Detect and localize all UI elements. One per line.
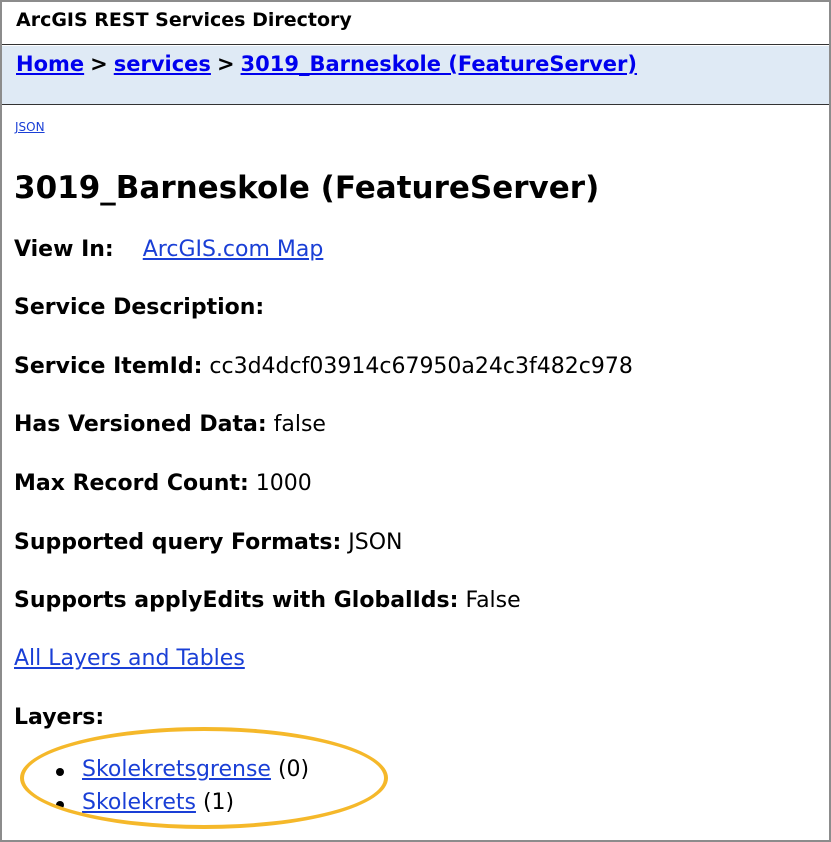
max-record-count-label: Max Record Count: <box>14 471 249 496</box>
max-record-count-value: 1000 <box>255 471 312 496</box>
has-versioned-data-label: Has Versioned Data: <box>14 412 267 437</box>
json-link[interactable]: JSON <box>15 120 45 134</box>
breadcrumb-services-link[interactable]: services <box>114 52 211 76</box>
supported-query-formats-row: Supported query Formats: JSON <box>14 530 403 555</box>
has-versioned-data-row: Has Versioned Data: false <box>14 412 326 437</box>
layers-label: Layers: <box>14 705 105 730</box>
breadcrumb: Home > services >3019_Barneskole (FeatureSe… <box>2 46 829 105</box>
layer-id: (1) <box>202 790 235 815</box>
all-layers-and-tables-link[interactable]: All Layers and Tables <box>14 646 245 671</box>
breadcrumb-separator: > <box>216 52 235 76</box>
list-item: Skolekrets (1) <box>56 790 309 823</box>
layer-link-skolekrets[interactable]: Skolekrets <box>82 790 196 815</box>
arcgis-map-link[interactable]: ArcGIS.com Map <box>143 237 324 262</box>
supports-apply-edits-value: False <box>465 588 521 613</box>
list-item: Skolekretsgrense (0) <box>56 757 309 790</box>
layer-link-skolekretsgrense[interactable]: Skolekretsgrense <box>82 757 271 782</box>
view-in-label: View In: <box>14 237 114 262</box>
supports-apply-edits-row: Supports applyEdits with GlobalIds: Fals… <box>14 588 521 613</box>
all-layers-row: All Layers and Tables <box>14 646 245 671</box>
service-description-row: Service Description: <box>14 295 264 320</box>
bullet-icon <box>56 768 64 776</box>
has-versioned-data-value: false <box>273 412 326 437</box>
service-description-label: Service Description: <box>14 295 265 320</box>
supports-apply-edits-label: Supports applyEdits with GlobalIds: <box>14 588 459 613</box>
service-itemid-value: cc3d4dcf03914c67950a24c3f482c978 <box>209 354 633 379</box>
supported-query-formats-value: JSON <box>348 530 403 555</box>
directory-header: ArcGIS REST Services Directory <box>2 2 829 45</box>
breadcrumb-home-link[interactable]: Home <box>16 52 84 76</box>
service-itemid-label: Service ItemId: <box>14 354 203 379</box>
view-in-row: View In: ArcGIS.com Map <box>14 237 323 262</box>
max-record-count-row: Max Record Count: 1000 <box>14 471 312 496</box>
service-itemid-row: Service ItemId: cc3d4dcf03914c67950a24c3… <box>14 354 633 379</box>
page-title: 3019_Barneskole (FeatureServer) <box>14 170 600 206</box>
layer-id: (0) <box>277 757 310 782</box>
breadcrumb-separator: > <box>90 52 108 76</box>
layers-list: Skolekretsgrense (0) Skolekrets (1) <box>56 757 309 823</box>
supported-query-formats-label: Supported query Formats: <box>14 530 342 555</box>
directory-title: ArcGIS REST Services Directory <box>16 9 352 31</box>
bullet-icon <box>56 801 64 809</box>
breadcrumb-current-link[interactable]: 3019_Barneskole (FeatureServer) <box>241 52 637 76</box>
layers-heading-row: Layers: <box>14 705 104 730</box>
